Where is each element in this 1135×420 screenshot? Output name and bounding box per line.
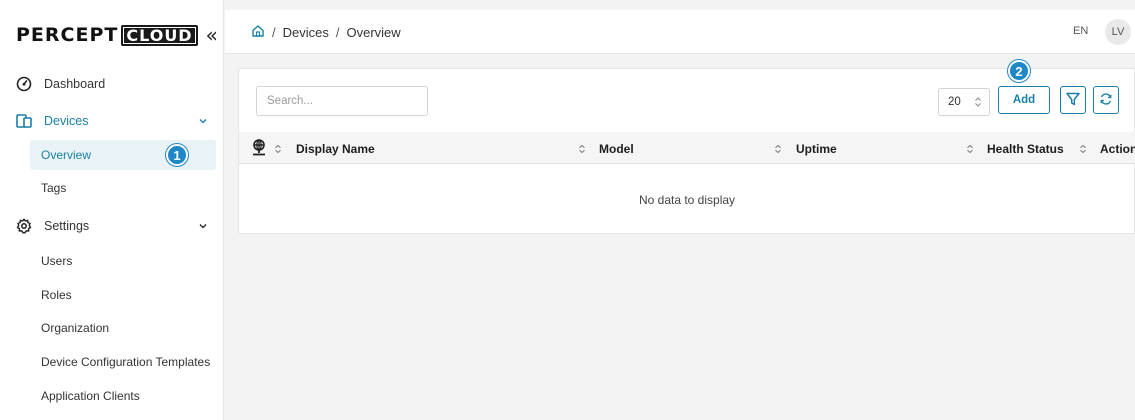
chevron-down-icon [198,220,208,234]
collapse-sidebar-button[interactable]: « [206,25,218,45]
breadcrumb-devices[interactable]: Devices [283,25,329,40]
column-health-status[interactable]: Health Status [987,142,1064,156]
sidebar-item-devices[interactable]: Devices [16,106,216,136]
sidebar-item-roles[interactable]: Roles [30,280,216,310]
sidebar-item-overview[interactable]: Overview 1 [30,140,216,170]
logo: PERCEPT CLOUD « [16,24,218,46]
page-size-select[interactable]: 20 [938,88,990,116]
column-display-name[interactable]: Display Name [296,142,375,156]
sidebar-item-label: Organization [41,321,110,335]
search-input[interactable] [256,86,428,116]
breadcrumb-separator: / [335,25,340,40]
sort-icon[interactable] [274,143,282,154]
sidebar-item-label: Overview [41,148,92,162]
breadcrumb-overview: Overview [346,25,401,40]
sort-icon[interactable] [774,143,782,154]
breadcrumb-separator: / [272,25,276,40]
filter-button[interactable] [1060,86,1086,114]
sort-icon[interactable] [578,143,586,154]
sidebar-item-label: Application Clients [41,389,140,403]
sidebar-item-label: Tags [41,181,67,195]
sidebar-item-label: Users [41,254,73,268]
callout-badge-1: 1 [166,144,188,166]
logo-word-percept: PERCEPT [16,24,119,46]
sidebar-item-label: Device Configuration Templates [41,355,211,369]
language-selector[interactable]: EN [1073,25,1088,37]
add-device-button[interactable]: Add [998,86,1050,114]
devices-icon [16,113,32,129]
page-size-value: 20 [948,96,961,108]
sidebar: PERCEPT CLOUD « Dashboard Devices Overvi… [0,0,224,420]
sort-updown-icon [974,96,982,111]
devices-table-card: 20 Add 2 Display Name Model Uptime [238,60,1135,234]
chevron-down-icon [198,115,208,129]
callout-badge-2: 2 [1008,60,1030,82]
sidebar-item-device-configuration-templates[interactable]: Device Configuration Templates [30,347,216,377]
sort-icon[interactable] [966,143,974,154]
sidebar-item-label: Dashboard [44,77,106,91]
sidebar-item-label: Settings [44,219,90,233]
column-model[interactable]: Model [599,142,634,156]
breadcrumb: / Devices / Overview [251,24,401,41]
dashboard-gauge-icon [16,76,32,92]
sidebar-item-label: Roles [41,288,72,302]
refresh-icon [1099,92,1113,109]
column-actions: Actions [1100,142,1135,156]
avatar[interactable]: LV [1105,19,1131,45]
sidebar-item-organization[interactable]: Organization [30,313,216,343]
sidebar-item-settings[interactable]: Settings [16,211,216,241]
top-bar: / Devices / Overview EN LV [225,10,1135,54]
refresh-button[interactable] [1093,86,1119,114]
table-empty-state: No data to display [638,193,736,207]
logo-word-cloud: CLOUD [121,24,198,46]
sidebar-item-label: Devices [44,114,89,128]
sort-icon[interactable] [1079,143,1087,154]
table-header: Display Name Model Uptime Health Status … [239,132,1135,164]
sidebar-item-tags[interactable]: Tags [30,173,216,203]
sidebar-item-users[interactable]: Users [30,246,216,276]
home-icon[interactable] [251,24,265,41]
sidebar-item-application-clients[interactable]: Application Clients [30,381,216,411]
network-globe-icon[interactable] [251,139,267,160]
gear-icon [16,218,32,234]
sidebar-item-dashboard[interactable]: Dashboard [16,69,216,99]
filter-icon [1065,91,1081,110]
column-uptime[interactable]: Uptime [796,142,837,156]
